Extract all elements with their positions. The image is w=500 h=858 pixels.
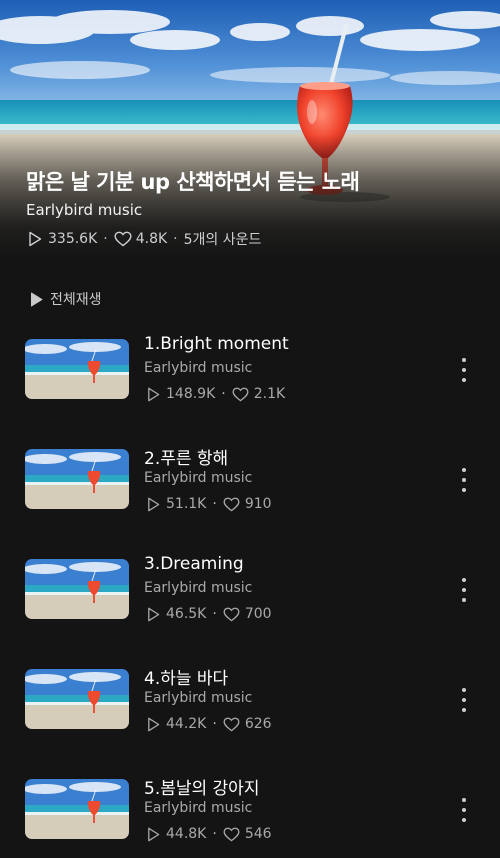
track-stats: 46.5K · 700 <box>144 605 272 623</box>
separator-dot: · <box>212 826 217 842</box>
hero-gradient-overlay <box>0 0 500 258</box>
track-play-count: 51.1K <box>166 496 207 512</box>
track-title: 3.Dreaming <box>144 554 244 574</box>
track-title: 4.하늘 바다 <box>144 669 229 689</box>
track-like-count: 546 <box>244 826 272 842</box>
play-icon <box>144 495 162 513</box>
separator-dot: · <box>212 606 217 622</box>
play-icon <box>144 385 162 403</box>
heart-icon <box>223 605 241 623</box>
track-thumbnail <box>25 559 129 619</box>
track-title: 2.푸른 항해 <box>144 449 229 469</box>
play-icon <box>144 825 162 843</box>
track-artist: Earlybird music <box>144 580 253 596</box>
track-thumbnail <box>25 339 129 399</box>
track-row[interactable]: 1.Bright moment Earlybird music 148.9K ·… <box>0 330 500 410</box>
separator-dot: · <box>212 716 217 732</box>
track-title: 1.Bright moment <box>144 334 289 354</box>
heart-icon <box>223 715 241 733</box>
track-thumbnail <box>25 779 129 839</box>
playlist-play-count: 335.6K <box>48 231 98 247</box>
more-vertical-icon[interactable] <box>454 578 474 602</box>
play-all-button[interactable]: 전체재생 <box>28 289 102 309</box>
track-artist: Earlybird music <box>144 470 253 486</box>
track-row[interactable]: 3.Dreaming Earlybird music 46.5K · 700 <box>0 550 500 630</box>
track-play-count: 46.5K <box>166 606 207 622</box>
track-play-count: 44.8K <box>166 826 207 842</box>
more-vertical-icon[interactable] <box>454 468 474 492</box>
separator-dot: · <box>103 231 108 247</box>
track-row[interactable]: 4.하늘 바다 Earlybird music 44.2K · 626 <box>0 660 500 740</box>
playlist-title: 맑은 날 기분 up 산책하면서 듣는 노래 <box>26 170 360 194</box>
track-like-count: 2.1K <box>253 386 286 402</box>
playlist-stats: 335.6K · 4.8K · 5개의 사운드 <box>26 229 261 249</box>
heart-icon <box>232 385 250 403</box>
playlist-artist[interactable]: Earlybird music <box>26 201 142 219</box>
track-stats: 148.9K · 2.1K <box>144 385 285 403</box>
play-icon <box>144 715 162 733</box>
track-stats: 44.2K · 626 <box>144 715 272 733</box>
track-like-count: 700 <box>244 606 272 622</box>
track-row[interactable]: 2.푸른 항해 Earlybird music 51.1K · 910 <box>0 440 500 520</box>
track-play-count: 148.9K <box>166 386 216 402</box>
more-vertical-icon[interactable] <box>454 688 474 712</box>
separator-dot: · <box>221 386 226 402</box>
more-vertical-icon[interactable] <box>454 358 474 382</box>
playlist-sound-count: 5개의 사운드 <box>183 232 262 248</box>
track-play-count: 44.2K <box>166 716 207 732</box>
track-row[interactable]: 5.봄날의 강아지 Earlybird music 44.8K · 546 <box>0 770 500 850</box>
playlist-like-count: 4.8K <box>135 231 168 247</box>
play-icon <box>26 230 44 248</box>
track-artist: Earlybird music <box>144 360 253 376</box>
track-title: 5.봄날의 강아지 <box>144 779 260 799</box>
heart-icon <box>223 825 241 843</box>
track-thumbnail <box>25 449 129 509</box>
heart-icon <box>223 495 241 513</box>
heart-icon <box>114 230 132 248</box>
track-like-count: 626 <box>244 716 272 732</box>
play-all-label: 전체재생 <box>50 292 102 308</box>
more-vertical-icon[interactable] <box>454 798 474 822</box>
play-icon <box>144 605 162 623</box>
separator-dot: · <box>173 231 178 247</box>
track-artist: Earlybird music <box>144 800 253 816</box>
playlist-header: 맑은 날 기분 up 산책하면서 듣는 노래 Earlybird music 3… <box>0 0 500 258</box>
track-thumbnail <box>25 669 129 729</box>
separator-dot: · <box>212 496 217 512</box>
play-icon <box>28 290 44 308</box>
track-stats: 51.1K · 910 <box>144 495 272 513</box>
track-artist: Earlybird music <box>144 690 253 706</box>
track-stats: 44.8K · 546 <box>144 825 272 843</box>
track-like-count: 910 <box>244 496 272 512</box>
